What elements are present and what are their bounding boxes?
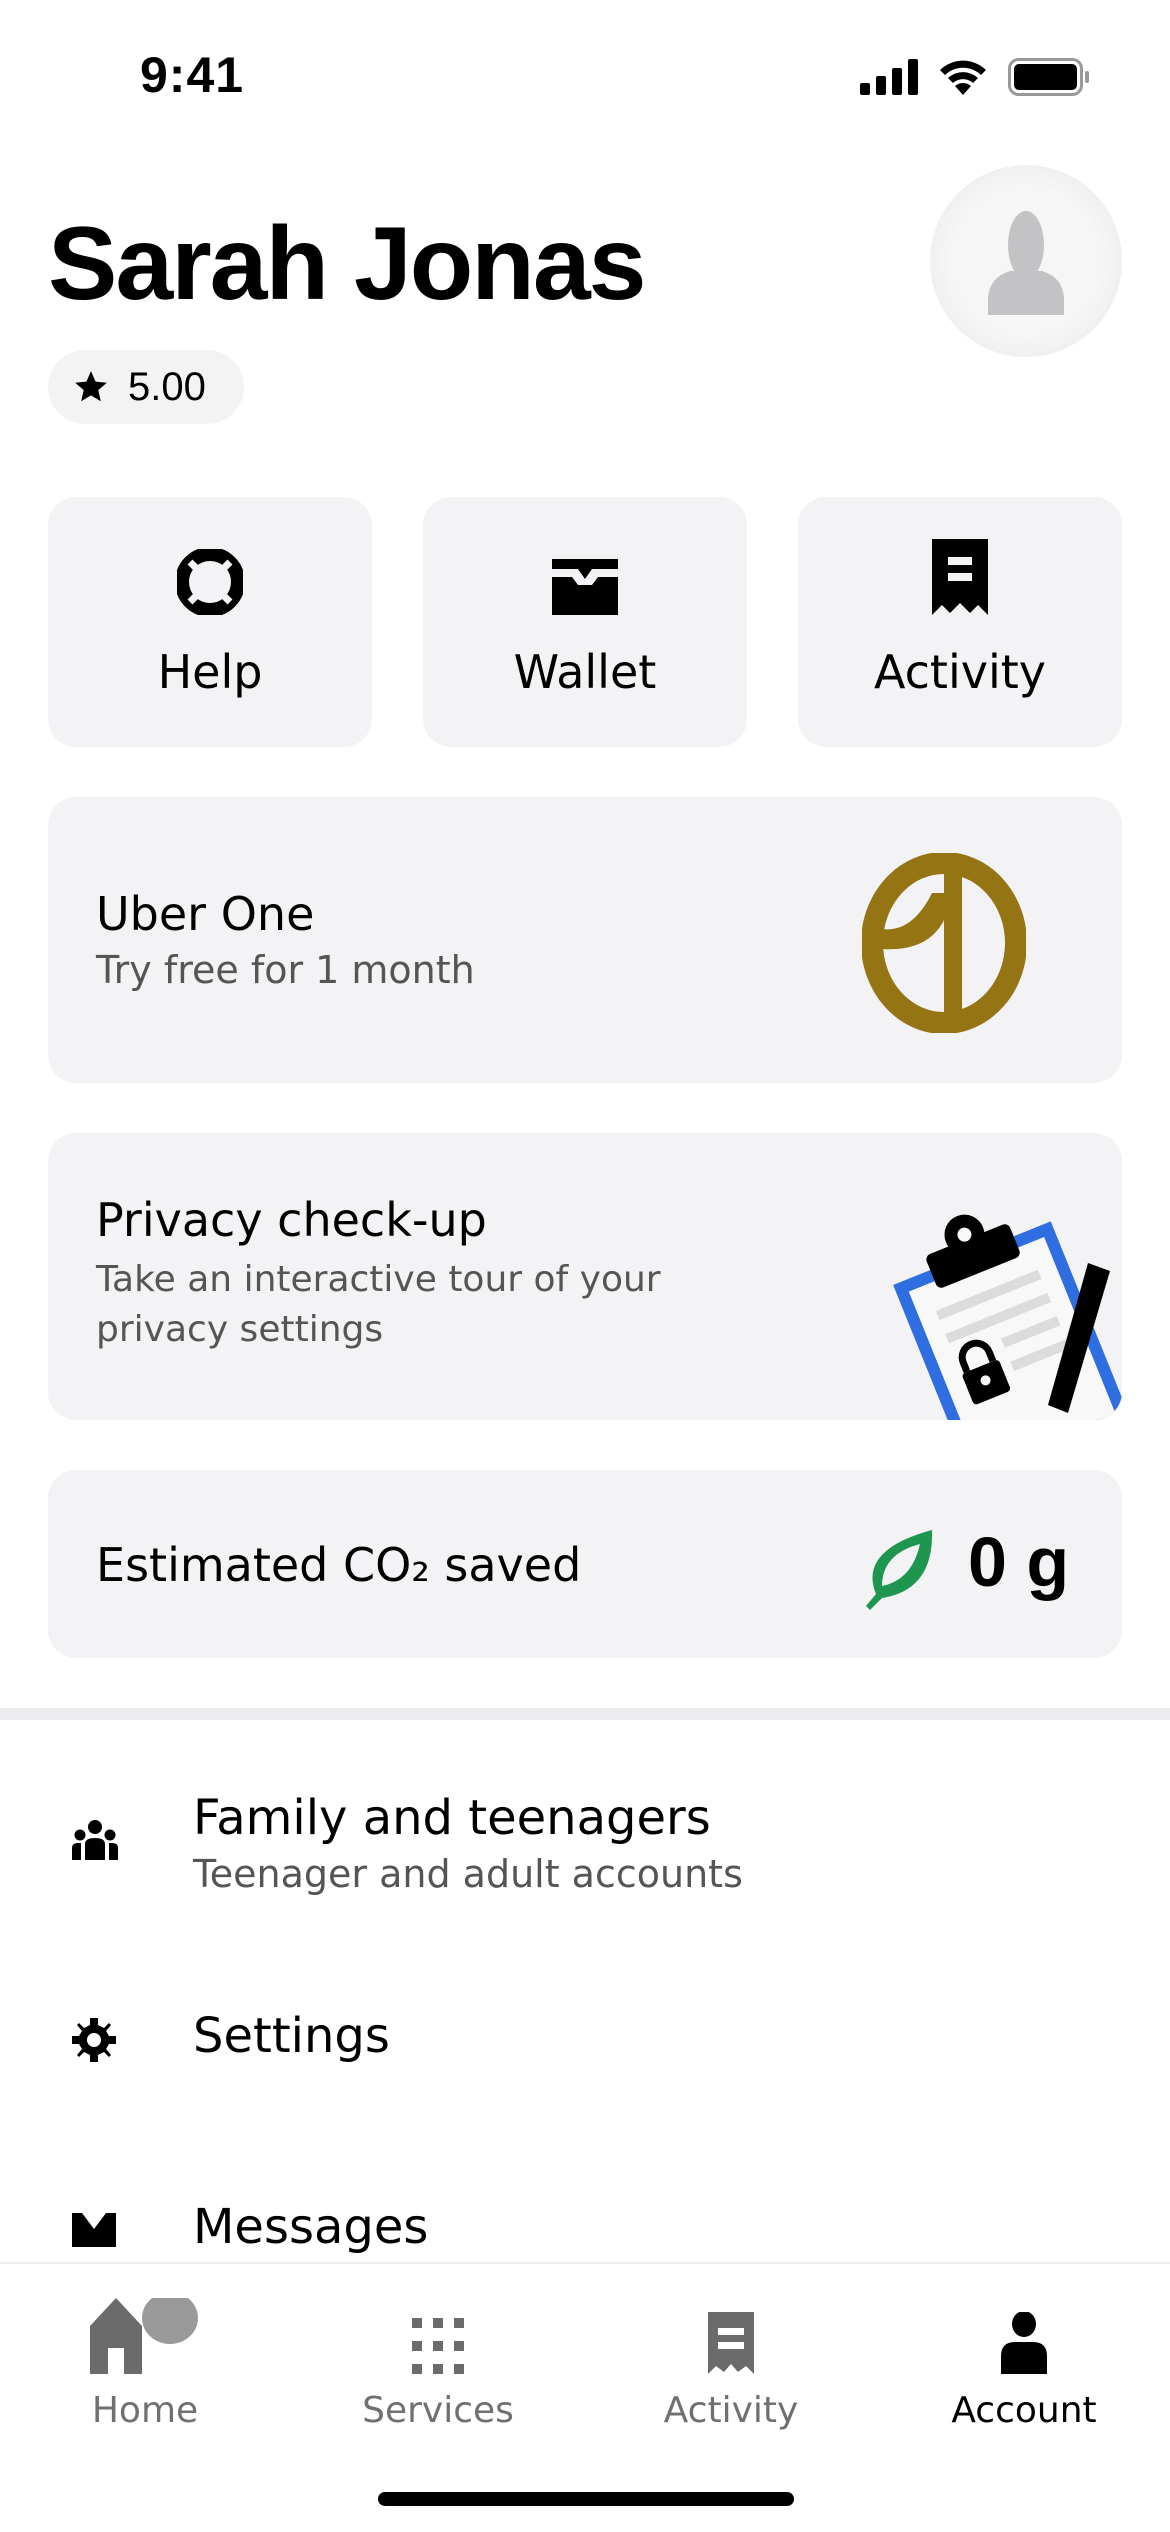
activity-label: Activity [873, 645, 1047, 699]
uber-one-subtitle: Try free for 1 month [96, 948, 475, 992]
family-icon [72, 1820, 118, 1860]
uber-one-logo-icon [862, 853, 1026, 1033]
tab-activity-label: Activity [663, 2390, 799, 2431]
uber-one-card[interactable]: Uber One Try free for 1 month [48, 797, 1122, 1083]
tab-home-label: Home [91, 2390, 199, 2431]
help-label: Help [157, 645, 263, 699]
profile-name: Sarah Jonas [48, 206, 647, 322]
help-tile[interactable]: Help [48, 497, 372, 747]
leaf-icon [866, 1530, 933, 1610]
tab-services-label: Services [362, 2390, 514, 2431]
tab-home[interactable]: Home [25, 2294, 265, 2431]
lifebuoy-icon [177, 549, 243, 615]
tab-bar: Home Services Activity Account [0, 2262, 1170, 2532]
menu-messages-title: Messages [193, 2199, 429, 2255]
home-indicator [378, 2492, 794, 2506]
wallet-tile[interactable]: Wallet [423, 497, 747, 747]
menu-family-subtitle: Teenager and adult accounts [193, 1852, 743, 1896]
person-icon [1001, 2312, 1047, 2374]
section-divider [0, 1708, 1170, 1720]
menu-item-messages[interactable]: Messages [0, 2185, 1170, 2265]
rating-badge: 5.00 [48, 350, 244, 424]
gear-icon [72, 2018, 116, 2062]
signal-icon [860, 59, 918, 95]
receipt-icon [708, 2312, 754, 2374]
tab-account-label: Account [951, 2390, 1097, 2431]
wifi-icon [940, 60, 986, 95]
clipboard-lock-icon [893, 1214, 1122, 1420]
co2-card[interactable]: Estimated CO₂ saved 0 g [48, 1470, 1122, 1658]
tab-account[interactable]: Account [904, 2294, 1144, 2431]
wallet-icon [552, 559, 618, 615]
status-time: 9:41 [140, 47, 245, 103]
uber-one-title: Uber One [96, 887, 315, 941]
menu-settings-title: Settings [193, 2008, 390, 2064]
privacy-title: Privacy check-up [96, 1193, 487, 1247]
star-icon [75, 371, 107, 402]
envelope-icon [72, 2213, 116, 2247]
battery-icon [1008, 58, 1089, 96]
person-placeholder-icon [988, 211, 1064, 315]
tab-activity[interactable]: Activity [611, 2294, 851, 2431]
tab-services[interactable]: Services [318, 2294, 558, 2431]
home-icon [90, 2298, 198, 2374]
menu-family-title: Family and teenagers [193, 1790, 711, 1846]
privacy-checkup-card[interactable]: Privacy check-up Take an interactive tou… [48, 1133, 1122, 1420]
co2-label: Estimated CO₂ saved [96, 1538, 582, 1592]
status-bar: 9:41 [0, 0, 1170, 150]
activity-tile[interactable]: Activity [798, 497, 1122, 747]
co2-value: 0 g [968, 1523, 1070, 1601]
grid-icon [412, 2318, 464, 2374]
rating-value: 5.00 [128, 364, 206, 409]
status-icons [860, 58, 1090, 96]
avatar[interactable] [930, 165, 1122, 357]
receipt-icon [932, 539, 988, 615]
privacy-subtitle: Take an interactive tour of your privacy… [96, 1259, 661, 1350]
wallet-label: Wallet [513, 645, 657, 699]
menu-item-settings[interactable]: Settings [0, 1990, 1170, 2090]
menu-item-family[interactable]: Family and teenagers Teenager and adult … [0, 1780, 1170, 1930]
